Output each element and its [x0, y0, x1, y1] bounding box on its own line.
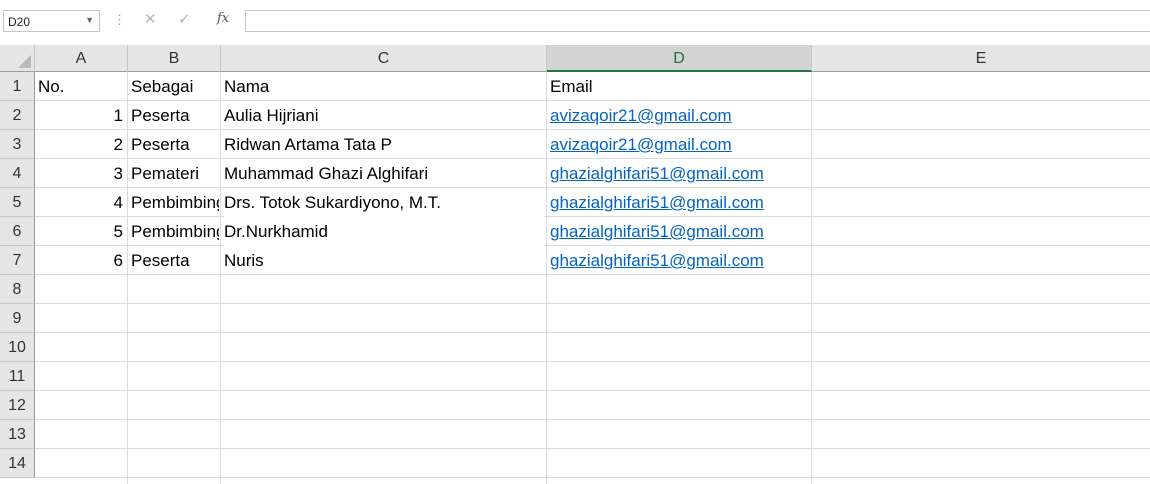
cell-a3[interactable]: 2	[35, 130, 123, 159]
cell-b2[interactable]: Peserta	[131, 101, 219, 130]
cell-d4-email-link[interactable]: ghazialghifari51@gmail.com	[550, 159, 810, 188]
column-header-a[interactable]: A	[35, 45, 128, 72]
spreadsheet-grid: A B C D E 1 2 3 4 5 6 7 8 9 10 11 12 13 …	[0, 45, 1150, 484]
row-header-5[interactable]: 5	[0, 188, 35, 217]
close-icon[interactable]: ✕	[144, 10, 157, 28]
cell-d6-email-link[interactable]: ghazialghifari51@gmail.com	[550, 217, 810, 246]
cell-a1[interactable]: No.	[38, 72, 126, 101]
gridline	[546, 72, 547, 484]
more-options-icon[interactable]: ⋮	[113, 12, 126, 28]
formula-input[interactable]	[245, 10, 1150, 32]
row-header-1[interactable]: 1	[0, 72, 35, 101]
row-header-12[interactable]: 12	[0, 391, 35, 420]
cell-d7-email-link[interactable]: ghazialghifari51@gmail.com	[550, 246, 810, 275]
row-header-13[interactable]: 13	[0, 420, 35, 449]
insert-function-button[interactable]: fx	[217, 11, 229, 26]
row-header-3[interactable]: 3	[0, 130, 35, 159]
column-header-e[interactable]: E	[812, 45, 1150, 72]
cell-a2[interactable]: 1	[35, 101, 123, 130]
cells-area[interactable]: No. Sebagai Nama Email 1 Peserta Aulia H…	[35, 72, 1150, 484]
cell-a7[interactable]: 6	[35, 246, 123, 275]
cell-c7[interactable]: Nuris	[224, 246, 544, 275]
cell-b4[interactable]: Pemateri	[131, 159, 219, 188]
gridline	[35, 448, 1150, 449]
gridline	[35, 332, 1150, 333]
cell-c1[interactable]: Nama	[224, 72, 544, 101]
name-box-value: D20	[8, 15, 31, 29]
row-header-7[interactable]: 7	[0, 246, 35, 275]
gridline	[127, 72, 128, 484]
column-header-b[interactable]: B	[128, 45, 221, 72]
cell-b7[interactable]: Peserta	[131, 246, 219, 275]
select-all-triangle-icon	[18, 55, 31, 68]
gridline	[35, 361, 1150, 362]
row-header-2[interactable]: 2	[0, 101, 35, 130]
gridline	[35, 419, 1150, 420]
cell-b3[interactable]: Peserta	[131, 130, 219, 159]
cell-d2-email-link[interactable]: avizaqoir21@gmail.com	[550, 101, 810, 130]
row-header-4[interactable]: 4	[0, 159, 35, 188]
cell-c6[interactable]: Dr.Nurkhamid	[224, 217, 544, 246]
cell-b6[interactable]: Pembimbing	[131, 217, 219, 246]
row-header-10[interactable]: 10	[0, 333, 35, 362]
cell-a4[interactable]: 3	[35, 159, 123, 188]
chevron-down-icon[interactable]: ▼	[85, 15, 94, 25]
cell-c3[interactable]: Ridwan Artama Tata P	[224, 130, 544, 159]
cell-d1[interactable]: Email	[550, 72, 810, 101]
row-header-8[interactable]: 8	[0, 275, 35, 304]
gridline	[811, 72, 812, 484]
cell-d5-email-link[interactable]: ghazialghifari51@gmail.com	[550, 188, 810, 217]
gridline	[35, 477, 1150, 478]
cell-c2[interactable]: Aulia Hijriani	[224, 101, 544, 130]
name-box[interactable]: D20 ▼	[3, 10, 100, 32]
column-header-c[interactable]: C	[221, 45, 547, 72]
cell-b1[interactable]: Sebagai	[131, 72, 219, 101]
cell-a5[interactable]: 4	[35, 188, 123, 217]
gridline	[35, 390, 1150, 391]
cell-c5[interactable]: Drs. Totok Sukardiyono, M.T.	[224, 188, 544, 217]
row-header-11[interactable]: 11	[0, 362, 35, 391]
gridline	[35, 303, 1150, 304]
cell-b5[interactable]: Pembimbing	[131, 188, 219, 217]
column-header-d[interactable]: D	[547, 45, 812, 72]
row-header-9[interactable]: 9	[0, 304, 35, 333]
check-icon[interactable]: ✓	[178, 10, 191, 28]
formula-bar: D20 ▼ ⋮ ✕ ✓ fx	[0, 0, 1150, 45]
cell-a6[interactable]: 5	[35, 217, 123, 246]
row-header-6[interactable]: 6	[0, 217, 35, 246]
gridline	[220, 72, 221, 484]
cell-d3-email-link[interactable]: avizaqoir21@gmail.com	[550, 130, 810, 159]
cell-c4[interactable]: Muhammad Ghazi Alghifari	[224, 159, 544, 188]
row-header-14[interactable]: 14	[0, 449, 35, 478]
select-all-button[interactable]	[0, 45, 35, 72]
